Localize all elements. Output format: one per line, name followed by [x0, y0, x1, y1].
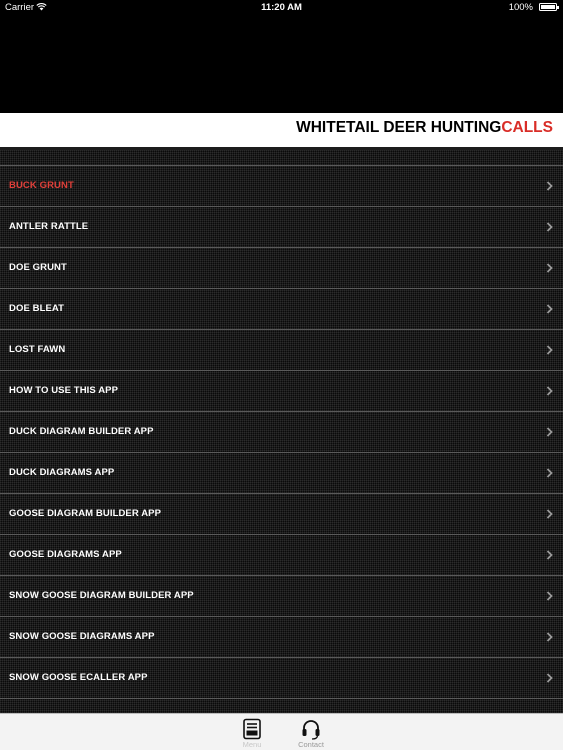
menu-item[interactable]: GOOSE DIAGRAMS APP — [0, 535, 563, 576]
menu-item[interactable]: DOE BLEAT — [0, 289, 563, 330]
tab-menu[interactable]: Menu — [228, 714, 276, 750]
menu-item-label: BUCK GRUNT — [9, 180, 74, 191]
chevron-right-icon — [546, 632, 553, 642]
menu-list[interactable]: BUCK GRUNT ANTLER RATTLE DOE GRUNT DOE BLEA… — [0, 150, 563, 713]
status-bar: Carrier 11:20 AM 100% — [0, 0, 563, 16]
chevron-right-icon — [546, 673, 553, 683]
menu-item-label: SNOW GOOSE ECALLER APP — [9, 672, 148, 683]
app-title-accent: CALLS — [501, 119, 553, 136]
menu-item[interactable]: SNOW GOOSE DIAGRAM BUILDER APP — [0, 576, 563, 617]
chevron-right-icon — [546, 591, 553, 601]
app-title-bar: WHITETAIL DEER HUNTINGCALLS — [0, 113, 563, 147]
menu-item[interactable]: BUCK GRUNT — [0, 166, 563, 207]
menu-item-label: GOOSE DIAGRAM BUILDER APP — [9, 508, 162, 519]
menu-item-label: SNOW GOOSE DIAGRAM BUILDER APP — [9, 590, 194, 601]
tab-contact-label: Contact — [298, 740, 324, 749]
menu-item[interactable]: DOE GRUNT — [0, 248, 563, 289]
chevron-right-icon — [546, 550, 553, 560]
chevron-right-icon — [546, 222, 553, 232]
menu-item[interactable]: SNOW GOOSE ECALLER APP — [0, 658, 563, 699]
chevron-right-icon — [546, 263, 553, 273]
menu-item[interactable]: ANTLER RATTLE — [0, 207, 563, 248]
menu-item[interactable]: GOOSE DIAGRAM BUILDER APP — [0, 494, 563, 535]
battery-percent: 100% — [508, 2, 533, 13]
chevron-right-icon — [546, 468, 553, 478]
menu-list-icon — [243, 718, 261, 740]
app-screen: Carrier 11:20 AM 100% WHITETAIL DEER HUN… — [0, 0, 563, 750]
chevron-right-icon — [546, 181, 553, 191]
status-time: 11:20 AM — [261, 2, 302, 13]
chevron-right-icon — [546, 345, 553, 355]
menu-item[interactable]: SNOW GOOSE DIAGRAMS APP — [0, 617, 563, 658]
app-title-main: WHITETAIL DEER HUNTING — [296, 119, 502, 136]
chevron-right-icon — [546, 386, 553, 396]
menu-item-label: DUCK DIAGRAMS APP — [9, 467, 115, 478]
menu-item[interactable]: LOST FAWN — [0, 330, 563, 371]
battery-icon — [539, 3, 559, 11]
menu-item-label: DUCK DIAGRAM BUILDER APP — [9, 426, 154, 437]
chevron-right-icon — [546, 304, 553, 314]
headset-icon — [302, 720, 320, 740]
chevron-right-icon — [546, 509, 553, 519]
menu-item-label: HOW TO USE THIS APP — [9, 385, 119, 396]
menu-item-label: GOOSE DIAGRAMS APP — [9, 549, 122, 560]
menu-item-label: SNOW GOOSE DIAGRAMS APP — [9, 631, 155, 642]
menu-item-label: ANTLER RATTLE — [9, 221, 89, 232]
header-banner — [0, 16, 563, 113]
menu-item[interactable]: DUCK DIAGRAMS APP — [0, 453, 563, 494]
menu-item[interactable]: DUCK DIAGRAM BUILDER APP — [0, 412, 563, 453]
menu-list-top-spacer — [0, 150, 563, 166]
tab-contact[interactable]: Contact — [287, 714, 335, 750]
tab-menu-label: Menu — [242, 740, 262, 749]
chevron-right-icon — [546, 427, 553, 437]
menu-item-label: DOE GRUNT — [9, 262, 67, 273]
menu-item-label: DOE BLEAT — [9, 303, 65, 314]
menu-item[interactable] — [0, 699, 563, 713]
menu-item-label: LOST FAWN — [9, 344, 66, 355]
tab-bar: Menu Contact — [0, 713, 563, 750]
menu-item[interactable]: HOW TO USE THIS APP — [0, 371, 563, 412]
